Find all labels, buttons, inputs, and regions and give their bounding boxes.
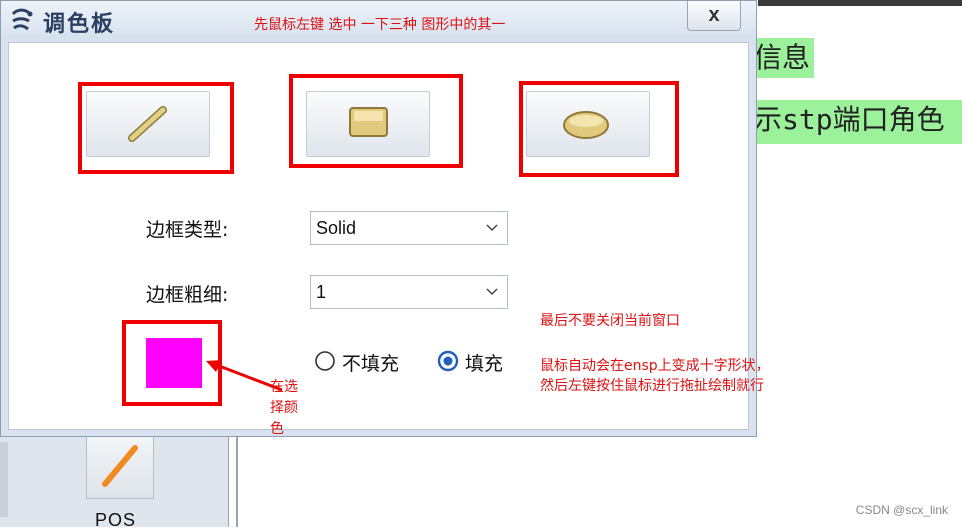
radio-unchecked-icon (315, 351, 335, 371)
background-highlight-text-1: 信息 (754, 38, 814, 78)
chevron-down-icon (486, 288, 498, 296)
close-button[interactable]: x (687, 1, 741, 31)
background-topbar (758, 0, 962, 6)
background-tool-label: POS (95, 510, 137, 530)
border-width-label: 边框粗细: (146, 284, 229, 306)
radio-checked-icon (437, 350, 459, 372)
border-width-value: 1 (316, 282, 327, 302)
annotation-close-note: 最后不要关闭当前窗口 (540, 313, 680, 329)
pencil-line-icon (102, 445, 138, 487)
annotation-color-note: 在选择颜色 (270, 379, 298, 437)
annotation-box-rectangle (289, 74, 463, 168)
watermark: CSDN @scx_link (855, 503, 948, 517)
annotation-auto-note-line2: 然后左键按住鼠标进行拖扯绘制就行 (540, 378, 764, 394)
dialog-title: 调色板 (43, 12, 116, 37)
annotation-box-line (78, 82, 234, 174)
fill-label: 填充 (465, 353, 504, 375)
chevron-down-icon (486, 224, 498, 232)
no-fill-label: 不填充 (342, 353, 400, 375)
background-pos-tool[interactable] (86, 435, 154, 499)
border-width-select[interactable]: 1 (310, 275, 508, 309)
border-type-value: Solid (316, 218, 357, 238)
border-type-label: 边框类型: (146, 219, 229, 241)
annotation-auto-note-line1: 鼠标自动会在ensp上变成十字形状， (540, 358, 770, 374)
border-type-select[interactable]: Solid (310, 211, 508, 245)
annotation-auto-note: 鼠标自动会在ensp上变成十字形状， 然后左键按住鼠标进行拖扯绘制就行 (540, 356, 840, 396)
palette-icon (11, 8, 33, 31)
background-panel-edge (0, 442, 8, 517)
background-highlight-text-2: 示stp端口角色 (754, 100, 962, 144)
annotation-top-note: 先鼠标左键 选中 一下三种 图形中的其一 (254, 17, 506, 33)
annotation-box-ellipse (519, 81, 679, 177)
